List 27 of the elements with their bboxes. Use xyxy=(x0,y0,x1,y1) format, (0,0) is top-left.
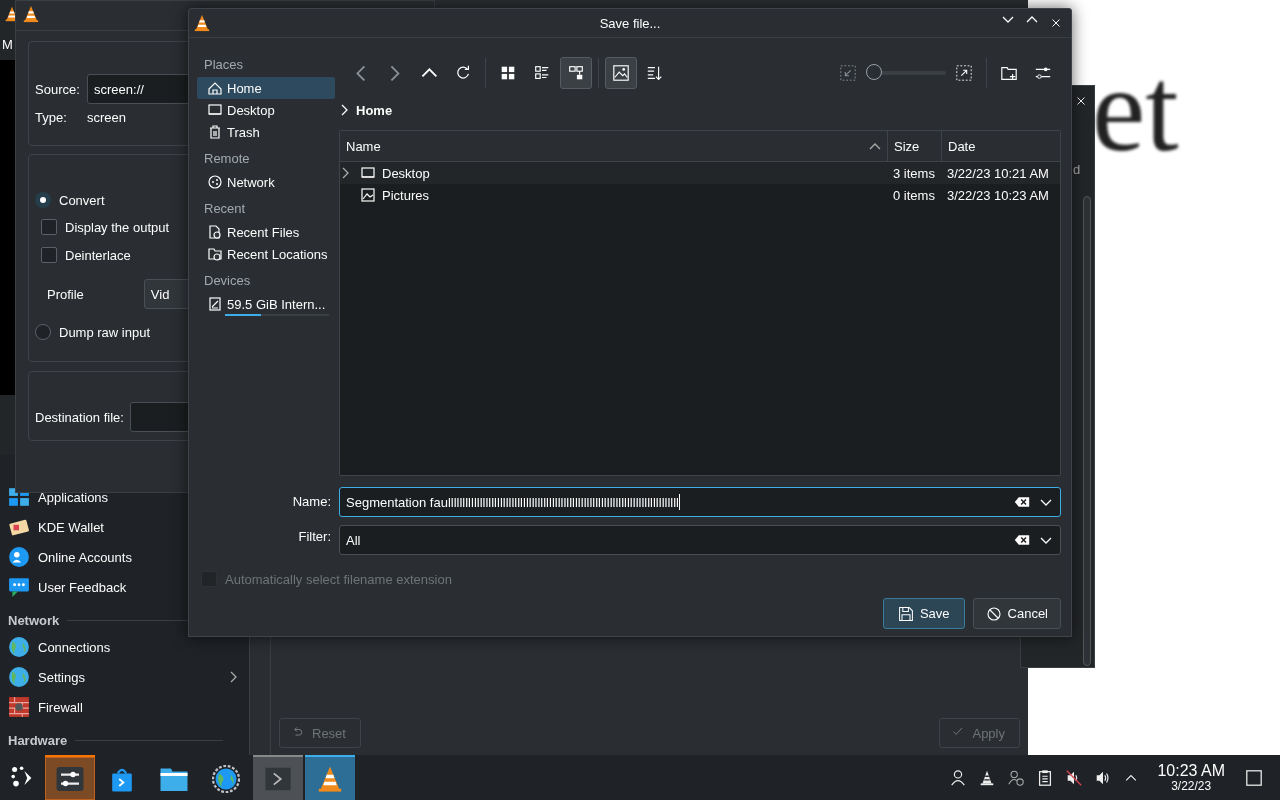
section-header: Devices xyxy=(203,272,252,290)
option-label: Deinterlace xyxy=(65,247,131,263)
field-label: Source: xyxy=(35,81,79,97)
section-header: Recent xyxy=(203,200,247,218)
field-label: Filter: xyxy=(297,528,332,544)
field-label: Destination file: xyxy=(35,409,124,425)
option-label: Display the output xyxy=(65,219,170,235)
file-date: 3/22/23 10:23 AM xyxy=(947,187,1049,203)
file-size: 3 items xyxy=(893,165,935,181)
section-header: Network xyxy=(8,612,60,628)
option-label: Dump raw input xyxy=(59,324,151,340)
section-header: Places xyxy=(203,56,245,74)
field-label: Name: xyxy=(291,494,332,509)
field-label: Profile xyxy=(47,286,84,302)
checkbox-label: Automatically select filename extension xyxy=(225,571,452,587)
field-label: Type: xyxy=(35,110,68,125)
blurred-text: et xyxy=(1092,50,1179,170)
file-name: Desktop xyxy=(382,165,430,181)
type-value: screen xyxy=(87,110,127,125)
section-header: Hardware xyxy=(8,732,68,748)
partial-text: d xyxy=(1073,162,1081,177)
section-header: Remote xyxy=(203,150,251,168)
file-name: Pictures xyxy=(382,187,429,203)
file-date: 3/22/23 10:21 AM xyxy=(947,165,1049,181)
file-size: 0 items xyxy=(893,187,935,203)
option-label: Convert xyxy=(59,192,105,208)
window-title: Save file... xyxy=(599,15,661,31)
